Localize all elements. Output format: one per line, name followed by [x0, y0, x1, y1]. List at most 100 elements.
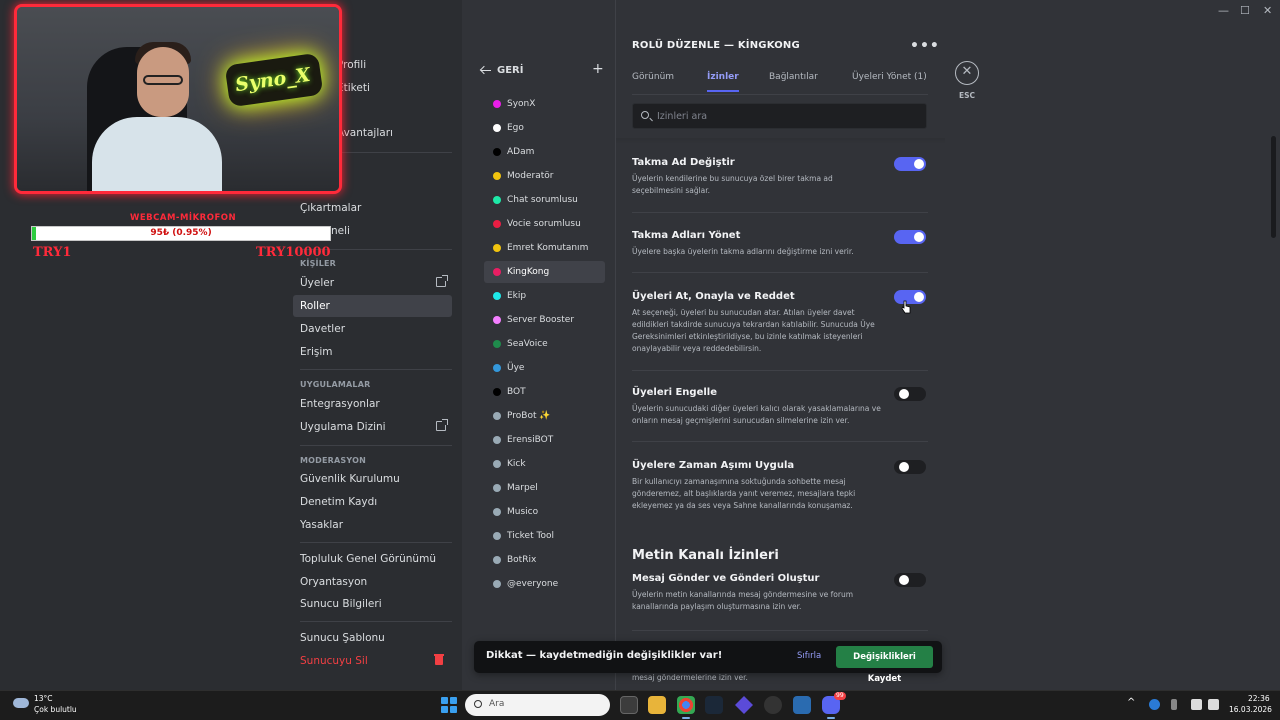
role-item[interactable]: SeaVoice [484, 333, 605, 355]
external-link-icon [436, 419, 448, 431]
save-changes-button[interactable]: Değişiklikleri Kaydet [836, 646, 933, 684]
nav-item-server-info[interactable]: Sunucu Bilgileri [293, 593, 452, 615]
role-item[interactable]: Ticket Tool [484, 525, 605, 547]
nav-item-onboarding[interactable]: Oryantasyon [293, 571, 452, 593]
permission-toggle[interactable] [894, 460, 926, 474]
role-item[interactable]: Marpel [484, 477, 605, 499]
add-role-button[interactable]: + [592, 62, 604, 76]
role-item[interactable]: Server Booster [484, 309, 605, 331]
close-window-icon[interactable]: ✕ [1263, 4, 1272, 17]
permission-description: Üyelerin sunucudaki diğer üyeleri kalıcı… [632, 404, 881, 425]
permission-divider [632, 212, 928, 213]
donation-goal-max: TRY10000 [256, 245, 331, 260]
chrome-icon[interactable] [677, 696, 695, 719]
permission-description: Üyelerin metin kanallarında mesaj gönder… [632, 590, 854, 611]
role-item[interactable]: Kick [484, 453, 605, 475]
role-name: Ekip [507, 291, 527, 301]
scrollbar[interactable] [1271, 136, 1276, 238]
permission-search-input[interactable] [657, 104, 917, 128]
permission-description: Üyelere başka üyelerin takma adlarını de… [632, 247, 854, 256]
cloud-icon[interactable] [11, 696, 31, 710]
role-item[interactable]: Üye [484, 357, 605, 379]
role-name: SyonX [507, 99, 536, 109]
permission-search [632, 103, 927, 129]
nav-item-invites[interactable]: Davetler [293, 318, 452, 340]
app-icon[interactable] [735, 696, 753, 714]
task-view-icon[interactable] [620, 696, 638, 714]
delete-server-button[interactable]: Sunucuyu Sil [293, 650, 452, 672]
tab-manage-members[interactable]: Üyeleri Yönet (1) [852, 72, 927, 92]
nav-item-roles[interactable]: Roller [293, 295, 452, 317]
chevron-up-icon[interactable]: ^ [1127, 697, 1135, 708]
tab-links[interactable]: Bağlantılar [769, 72, 818, 92]
more-options-button[interactable]: ••• [910, 38, 940, 54]
trash-icon [434, 654, 444, 665]
tab-permissions[interactable]: İzinler [707, 72, 739, 92]
discord-icon[interactable]: 99 [822, 692, 846, 719]
role-color-dot [493, 220, 501, 228]
streamer-body [92, 117, 222, 191]
role-name: BOT [507, 387, 526, 397]
app-icon[interactable] [793, 696, 811, 714]
network-icon[interactable] [1191, 699, 1202, 710]
role-item[interactable]: Musico [484, 501, 605, 523]
taskbar-search[interactable]: Ara [465, 694, 610, 716]
toggle-knob [914, 232, 924, 242]
role-item[interactable]: Chat sorumlusu [484, 189, 605, 211]
back-button[interactable]: GERİ [480, 62, 523, 78]
nav-item-server-template[interactable]: Sunucu Şablonu [293, 627, 452, 649]
nav-item-integrations[interactable]: Entegrasyonlar [293, 393, 452, 415]
nav-header-apps: UYGULAMALAR [300, 380, 371, 389]
nav-item-audit-log[interactable]: Denetim Kaydı [293, 491, 452, 513]
steam-icon[interactable] [705, 696, 723, 714]
permission-toggle[interactable] [894, 387, 926, 401]
role-item[interactable]: BOT [484, 381, 605, 403]
role-item[interactable]: SyonX [484, 93, 605, 115]
permission-description: Bir kullanıcıyı zamanaşımına soktuğunda … [632, 477, 856, 510]
clock-date[interactable]: 16.03.2026 [1229, 705, 1272, 714]
search-icon [641, 111, 649, 119]
role-item[interactable]: Emret Komutanım [484, 237, 605, 259]
app-root: Profili Etiketi Avantajları Çıkartmalar … [0, 0, 1280, 720]
minimize-icon[interactable]: — [1218, 4, 1229, 17]
nav-item-safety-setup[interactable]: Güvenlik Kurulumu [293, 468, 452, 490]
role-item[interactable]: BotRix [484, 549, 605, 571]
tab-display[interactable]: Görünüm [632, 72, 674, 92]
tray-app-icon[interactable] [1149, 699, 1160, 710]
role-item[interactable]: @everyone [484, 573, 605, 595]
toggle-knob [914, 159, 924, 169]
nav-item-members[interactable]: Üyeler [293, 272, 452, 294]
webcam-overlay: Syno_X [14, 4, 342, 194]
nav-item-app-directory[interactable]: Uygulama Dizini [293, 416, 452, 438]
role-item[interactable]: ADam [484, 141, 605, 163]
role-name: ProBot ✨ [507, 411, 551, 421]
permission-toggle[interactable] [894, 230, 926, 244]
windows-start-icon[interactable] [441, 697, 457, 713]
permission-toggle[interactable] [894, 573, 926, 587]
role-item[interactable]: Moderatör [484, 165, 605, 187]
role-item[interactable]: ProBot ✨ [484, 405, 605, 427]
role-color-dot [493, 532, 501, 540]
role-item[interactable]: Vocie sorumlusu [484, 213, 605, 235]
role-item[interactable]: KingKong [484, 261, 605, 283]
role-item[interactable]: ErensiBOT [484, 429, 605, 451]
github-icon[interactable] [764, 696, 782, 714]
clock-time[interactable]: 22:36 [1248, 694, 1270, 703]
close-settings-button[interactable]: ✕ [955, 61, 979, 85]
volume-icon[interactable] [1208, 699, 1219, 710]
role-item[interactable]: Ekip [484, 285, 605, 307]
role-item[interactable]: Ego [484, 117, 605, 139]
nav-divider [300, 369, 452, 370]
nav-header-moderation: MODERASYON [300, 456, 366, 465]
microphone-icon[interactable] [1171, 699, 1177, 710]
role-color-dot [493, 124, 501, 132]
nav-item-bans[interactable]: Yasaklar [293, 514, 452, 536]
maximize-icon[interactable]: ☐ [1240, 4, 1250, 17]
file-explorer-icon[interactable] [648, 696, 666, 714]
nav-item-community-overview[interactable]: Topluluk Genel Görünümü [293, 548, 452, 570]
nav-item-stickers[interactable]: Çıkartmalar [293, 197, 452, 219]
nav-item-access[interactable]: Erişim [293, 341, 452, 363]
permission-toggle[interactable] [894, 157, 926, 171]
reset-button[interactable]: Sıfırla [797, 651, 821, 661]
windows-taskbar: 13°C Çok bulutlu Ara 99 ^ 22:36 16.03.20… [0, 690, 1280, 720]
